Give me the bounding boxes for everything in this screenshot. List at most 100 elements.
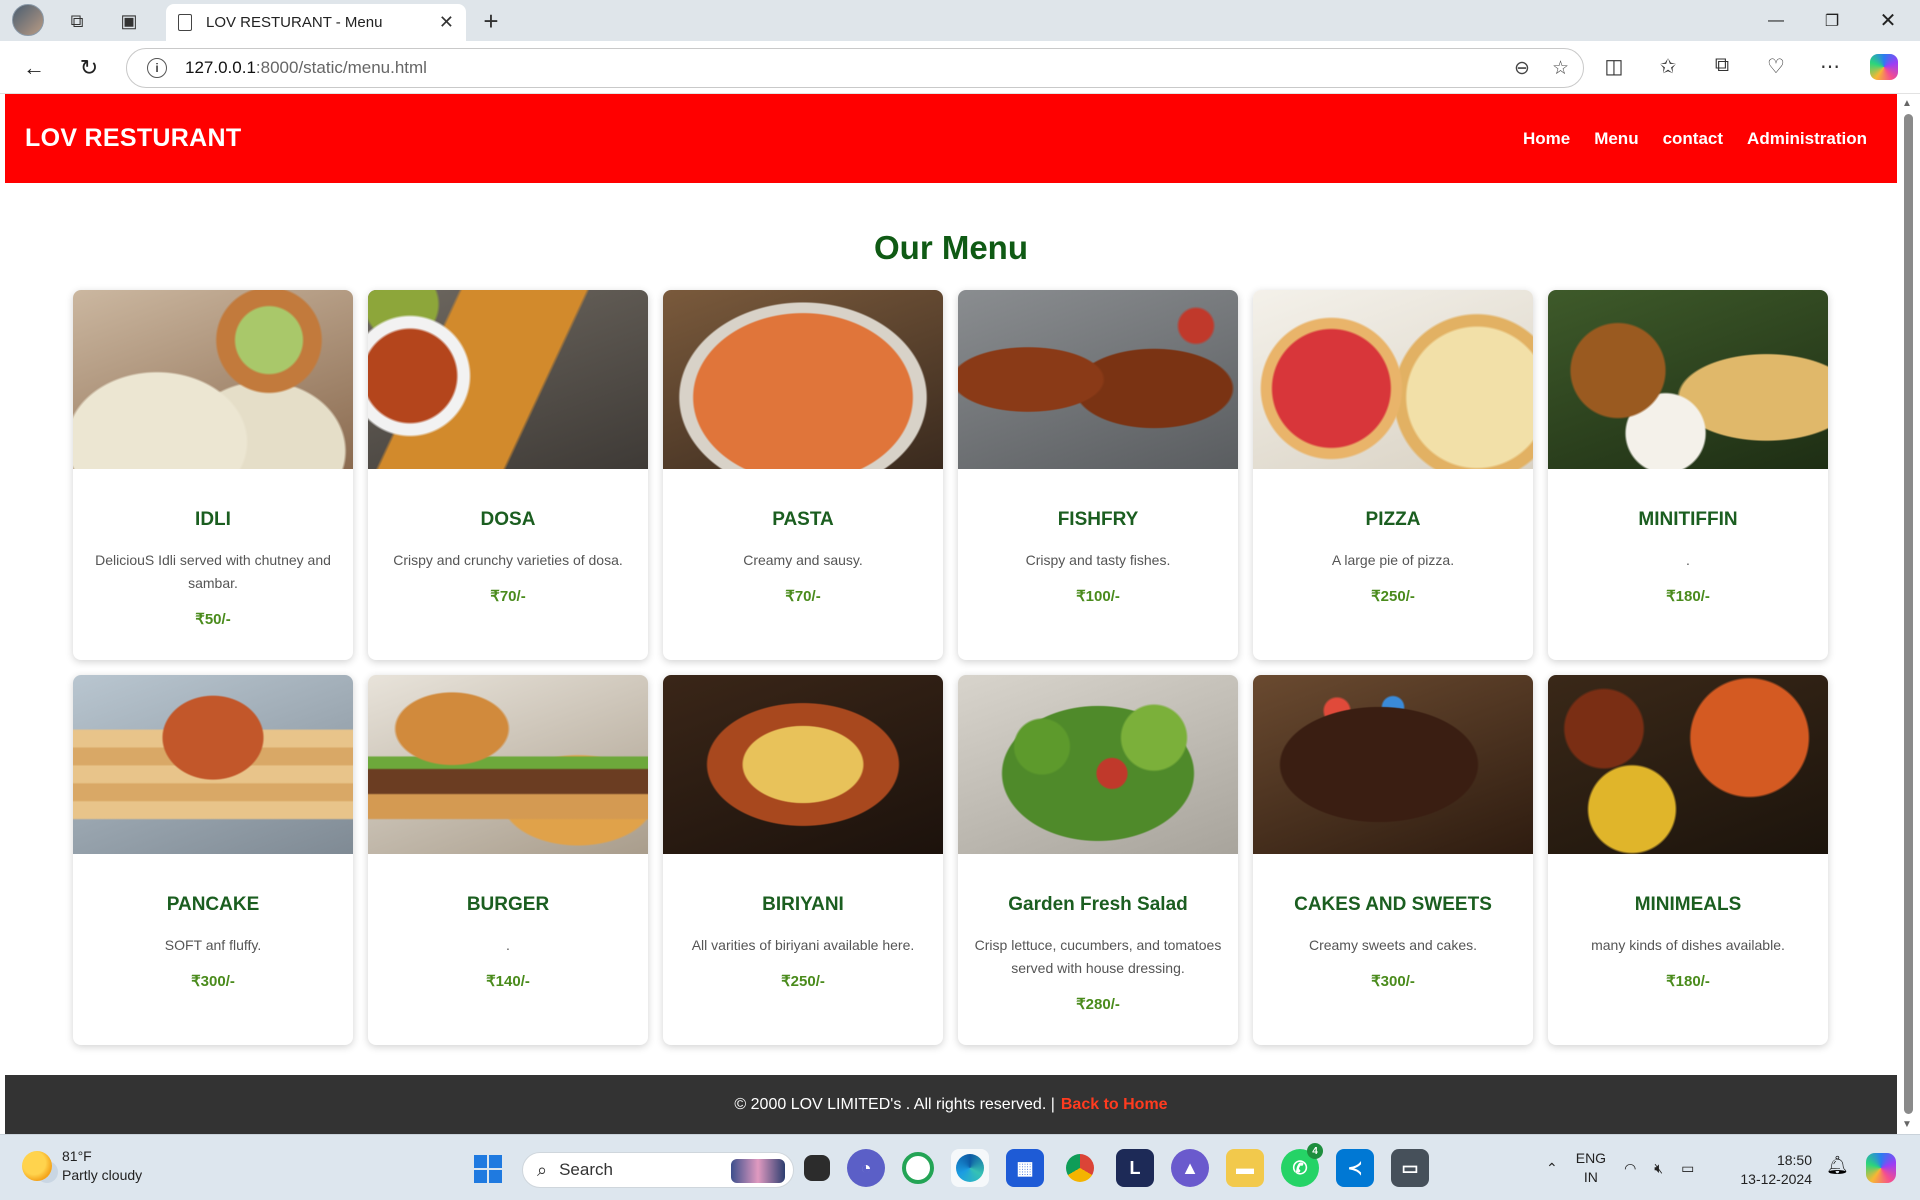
site-brand: LOV RESTURANT bbox=[25, 124, 242, 152]
menu-item-description: SOFT anf fluffy. bbox=[164, 937, 262, 953]
menu-item-name: CAKES AND SWEETS bbox=[1294, 894, 1492, 915]
menu-item-name: BURGER bbox=[466, 894, 550, 915]
os-taskbar: 81°F Partly cloudy ⌕ Search ◔ ▦ L ▲ ▬ ✆ 4… bbox=[0, 1134, 1920, 1200]
browser-essentials-icon[interactable]: ♡ bbox=[1762, 54, 1790, 80]
menu-card: PANCAKE SOFT anf fluffy. ₹300/- bbox=[73, 675, 353, 1045]
menu-item-price: ₹140/- bbox=[486, 973, 530, 990]
cake-photo bbox=[1253, 675, 1533, 854]
workspaces-icon[interactable]: ⧉ bbox=[62, 6, 92, 36]
vector-app-icon[interactable]: ▲ bbox=[1171, 1149, 1209, 1187]
menu-card: IDLI DeliciouS Idli served with chutney … bbox=[73, 290, 353, 660]
scroll-down-icon[interactable]: ▼ bbox=[1902, 1119, 1912, 1130]
menu-card: DOSA Crispy and crunchy varieties of dos… bbox=[368, 290, 648, 660]
system-tray: ⌃ ENG IN ◠ 🔇︎ ▭ bbox=[1546, 1149, 1694, 1187]
menu-card: PASTA Creamy and sausy. ₹70/- bbox=[663, 290, 943, 660]
minitiffin-photo bbox=[1548, 290, 1828, 469]
collections-icon[interactable]: ⧉ bbox=[1708, 54, 1736, 80]
menu-card: PIZZA A large pie of pizza. ₹250/- bbox=[1253, 290, 1533, 660]
new-tab-icon[interactable]: + bbox=[476, 6, 506, 36]
battery-icon[interactable]: ▭ bbox=[1681, 1160, 1694, 1177]
restore-window-icon[interactable]: ❐ bbox=[1804, 0, 1860, 41]
nav-link-menu[interactable]: Menu bbox=[1594, 129, 1638, 149]
minimize-window-icon[interactable]: — bbox=[1748, 0, 1804, 41]
menu-item-name: MINITIFFIN bbox=[1638, 509, 1738, 530]
menu-item-price: ₹70/- bbox=[785, 588, 821, 605]
page-favicon-icon bbox=[178, 14, 192, 31]
vscode-icon[interactable]: ≺ bbox=[1336, 1149, 1374, 1187]
volume-muted-icon[interactable]: 🔇︎ bbox=[1654, 1160, 1663, 1177]
whatsapp-icon[interactable]: ✆ 4 bbox=[1281, 1143, 1323, 1187]
show-hidden-icons-icon[interactable]: ⌃ bbox=[1546, 1160, 1558, 1177]
microsoft-store-icon[interactable]: ▦ bbox=[1006, 1149, 1044, 1187]
menu-item-name: DOSA bbox=[480, 509, 536, 530]
minimeals-photo bbox=[1548, 675, 1828, 854]
split-screen-icon[interactable]: ◫ bbox=[1600, 54, 1628, 80]
menu-item-description: A large pie of pizza. bbox=[1331, 552, 1455, 568]
menu-grid: IDLI DeliciouS Idli served with chutney … bbox=[73, 290, 1833, 1045]
taskbar-clock[interactable]: 18:50 13-12-2024 bbox=[1736, 1151, 1812, 1189]
more-options-icon[interactable]: ⋯ bbox=[1816, 54, 1844, 80]
menu-item-description: . bbox=[506, 937, 510, 953]
copilot-icon[interactable] bbox=[1870, 54, 1898, 80]
browser-tab-bar: ⧉ ▣ LOV RESTURANT - Menu ✕ + — ❐ ✕ bbox=[0, 0, 1920, 41]
menu-item-name: IDLI bbox=[195, 509, 231, 530]
search-highlight-image bbox=[731, 1159, 785, 1183]
menu-item-description: Creamy sweets and cakes. bbox=[1308, 937, 1478, 953]
sync-app-icon[interactable] bbox=[902, 1152, 934, 1184]
favorite-star-icon[interactable]: ☆ bbox=[1552, 57, 1569, 80]
footer-copyright: © 2000 LOV LIMITED's . All rights reserv… bbox=[734, 1095, 1055, 1113]
page-scrollbar[interactable]: ▲ ▼ bbox=[1897, 94, 1920, 1134]
site-footer: © 2000 LOV LIMITED's . All rights reserv… bbox=[5, 1075, 1897, 1134]
task-view-icon[interactable] bbox=[804, 1155, 830, 1181]
language-indicator[interactable]: ENG IN bbox=[1576, 1149, 1606, 1187]
weather-temp: 81°F bbox=[62, 1148, 92, 1164]
weather-desc: Partly cloudy bbox=[62, 1167, 143, 1183]
menu-item-price: ₹250/- bbox=[1371, 588, 1415, 605]
url-text[interactable]: 127.0.0.1:8000/static/menu.html bbox=[185, 58, 427, 78]
nav-link-contact[interactable]: contact bbox=[1663, 129, 1723, 149]
browser-toolbar: ← ↻ i 127.0.0.1:8000/static/menu.html ⊖ … bbox=[0, 41, 1920, 94]
chrome-icon[interactable] bbox=[1061, 1149, 1099, 1187]
taskbar-search-box[interactable]: ⌕ Search bbox=[522, 1152, 794, 1188]
nav-link-home[interactable]: Home bbox=[1523, 129, 1570, 149]
menu-item-name: PASTA bbox=[772, 509, 834, 530]
file-explorer-icon[interactable]: ▬ bbox=[1226, 1149, 1264, 1187]
scroll-up-icon[interactable]: ▲ bbox=[1902, 98, 1912, 109]
nav-link-administration[interactable]: Administration bbox=[1747, 129, 1867, 149]
teams-chat-icon[interactable]: ◔ bbox=[847, 1149, 885, 1187]
back-arrow-icon[interactable]: ← bbox=[18, 52, 50, 84]
l-app-icon[interactable]: L bbox=[1116, 1149, 1154, 1187]
windows-start-icon[interactable] bbox=[474, 1155, 502, 1183]
close-window-icon[interactable]: ✕ bbox=[1860, 0, 1916, 41]
edge-browser-icon[interactable] bbox=[951, 1149, 989, 1187]
taskbar-search-placeholder: Search bbox=[559, 1160, 613, 1179]
browser-tab-active[interactable]: LOV RESTURANT - Menu ✕ bbox=[166, 4, 466, 41]
wifi-icon[interactable]: ◠ bbox=[1624, 1160, 1636, 1177]
zoom-out-icon[interactable]: ⊖ bbox=[1514, 57, 1530, 80]
copilot-taskbar-icon[interactable] bbox=[1866, 1153, 1896, 1183]
favorites-icon[interactable]: ✩ bbox=[1654, 54, 1682, 80]
remote-desktop-icon[interactable]: ▭ bbox=[1391, 1149, 1429, 1187]
menu-card: MINIMEALS many kinds of dishes available… bbox=[1548, 675, 1828, 1045]
footer-back-home-link[interactable]: Back to Home bbox=[1061, 1096, 1168, 1114]
reload-icon[interactable]: ↻ bbox=[73, 52, 105, 84]
menu-item-description: Crisp lettuce, cucumbers, and tomatoes s… bbox=[974, 937, 1222, 976]
weather-widget[interactable]: 81°F Partly cloudy bbox=[22, 1147, 142, 1185]
profile-avatar-icon[interactable] bbox=[12, 4, 44, 36]
scroll-thumb[interactable] bbox=[1904, 114, 1913, 1114]
burger-photo bbox=[368, 675, 648, 854]
menu-heading: Our Menu bbox=[874, 229, 1028, 266]
clock-time: 18:50 bbox=[1776, 1152, 1812, 1168]
clock-date: 13-12-2024 bbox=[1740, 1171, 1812, 1187]
whatsapp-badge: 4 bbox=[1307, 1143, 1323, 1159]
menu-item-description: Crispy and crunchy varieties of dosa. bbox=[393, 552, 623, 568]
site-info-icon[interactable]: i bbox=[147, 58, 167, 78]
address-bar[interactable]: i 127.0.0.1:8000/static/menu.html ⊖ ☆ bbox=[126, 48, 1584, 88]
notification-bell-icon[interactable]: 🔔︎ bbox=[1826, 1155, 1849, 1176]
menu-item-description: Creamy and sausy. bbox=[743, 552, 863, 568]
close-tab-icon[interactable]: ✕ bbox=[439, 12, 454, 33]
menu-card: FISHFRY Crispy and tasty fishes. ₹100/- bbox=[958, 290, 1238, 660]
tab-actions-icon[interactable]: ▣ bbox=[114, 6, 144, 36]
menu-item-description: . bbox=[1686, 552, 1690, 568]
menu-item-price: ₹300/- bbox=[191, 973, 235, 990]
